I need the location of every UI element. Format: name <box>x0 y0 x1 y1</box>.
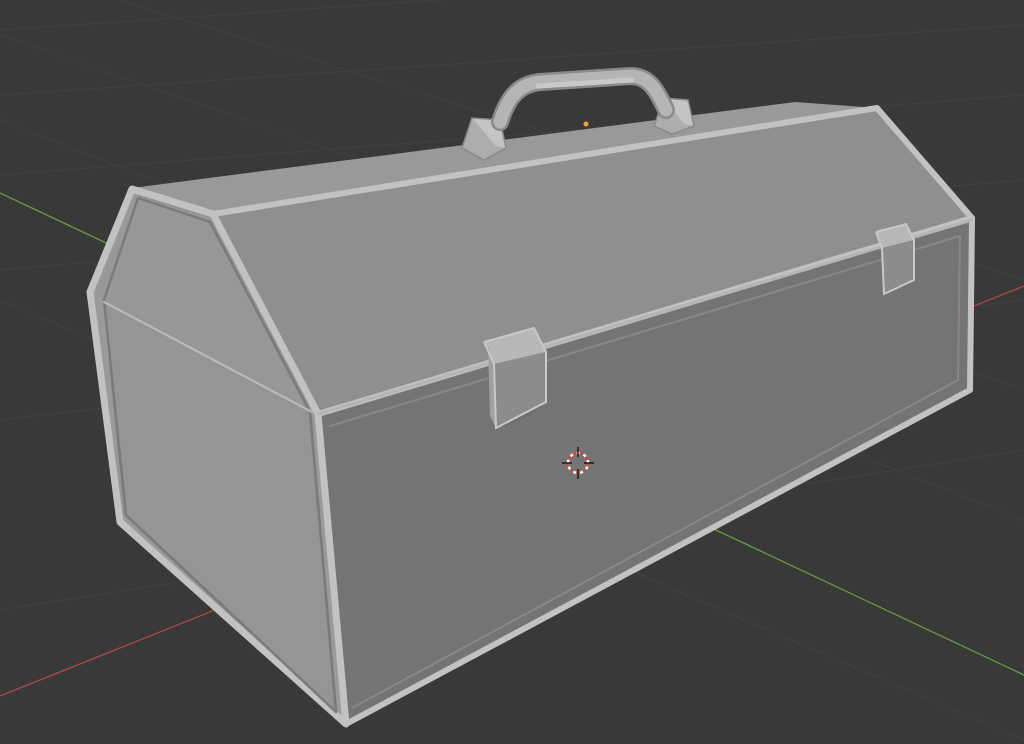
3d-viewport[interactable] <box>0 0 1024 744</box>
toolbox-mesh[interactable] <box>86 66 975 728</box>
viewport-canvas[interactable] <box>0 0 1024 744</box>
toolbox-handle[interactable] <box>491 66 675 131</box>
object-origin-dot <box>583 121 589 127</box>
